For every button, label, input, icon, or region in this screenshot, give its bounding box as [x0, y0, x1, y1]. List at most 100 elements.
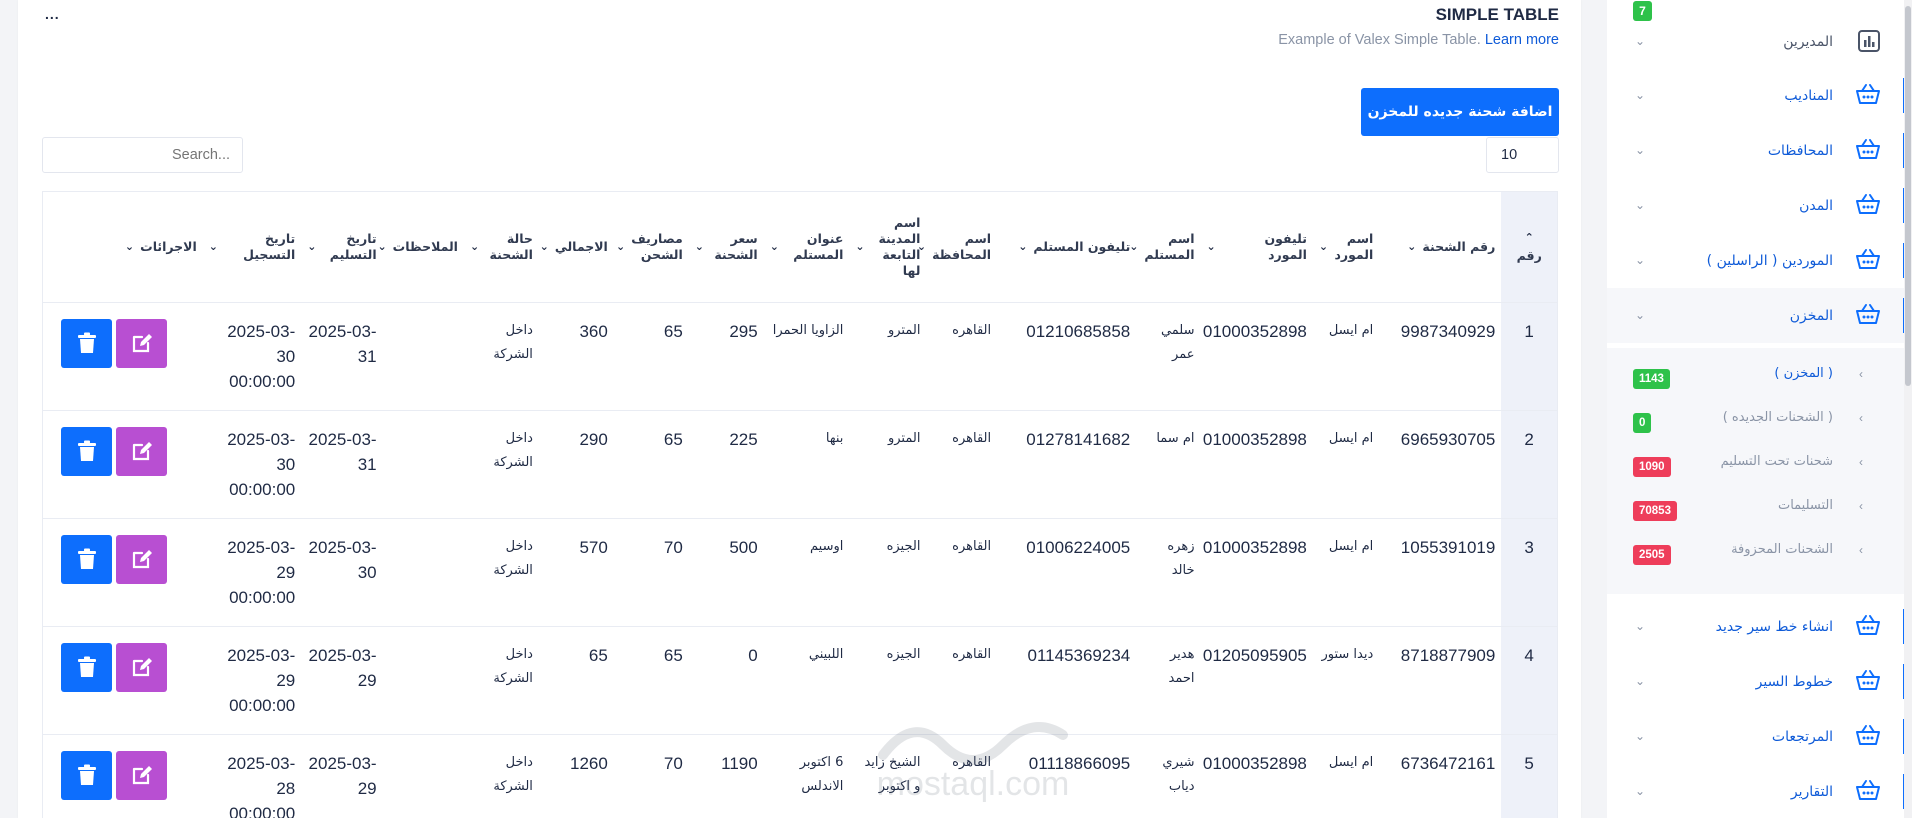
basket-icon [1855, 669, 1881, 696]
cell-rownum: 4 [1501, 625, 1557, 734]
col-header-ship-no[interactable]: رقم الشحنة ⌄ [1379, 192, 1501, 302]
sidebar-item[interactable]: ⌄ خطوط السير [1607, 654, 1907, 709]
chevron-down-icon: ⌄ [1635, 143, 1646, 157]
col-header-total[interactable]: الاجمالي ⌄ [539, 192, 614, 302]
trash-icon [77, 332, 96, 353]
sort-chevron-icon[interactable]: ⌄ [695, 239, 704, 255]
sort-chevron-icon[interactable]: ⌄ [855, 239, 864, 255]
sidebar-item[interactable]: ⌄ المخزن [1607, 288, 1907, 343]
col-header-status[interactable]: حالة الشحنة ⌄ [464, 192, 539, 302]
col-header-governorate[interactable]: اسم المحافظة ⌄ [917, 192, 997, 302]
chevron-down-icon: ⌄ [1635, 88, 1646, 102]
cell-supplier-phone: 01000352898 [1200, 301, 1313, 410]
col-header-delivery-date[interactable]: تاريخ التسليم ⌄ [301, 192, 382, 302]
cell-supplier-phone: 01000352898 [1200, 733, 1313, 818]
sidebar-item[interactable]: ⌄ المحافظات [1607, 123, 1907, 178]
cell-total: 1260 [538, 733, 614, 818]
sidebar-subitem[interactable]: 1090 شحنات تحت التسليم ‹ [1607, 442, 1907, 486]
delete-button[interactable] [61, 318, 112, 368]
cell-status: داخل الشركة [463, 301, 539, 410]
delete-button[interactable] [61, 426, 112, 476]
cell-fees: 70 [613, 517, 689, 626]
sort-chevron-icon[interactable]: ⌄ [1018, 239, 1027, 255]
sidebar-item[interactable]: ⌄ ( الراسلين ) الموردين [1607, 233, 1907, 288]
basket-icon [1855, 193, 1881, 220]
table-row: 5 6736472161 ام ايسل 01000352898 شيري دياب 01… [43, 733, 1557, 818]
chevron-down-icon: ⌄ [1635, 784, 1646, 798]
sidebar-scrollbar[interactable] [1904, 0, 1912, 818]
edit-button[interactable] [116, 534, 167, 584]
chevron-left-icon: ‹ [1859, 499, 1863, 513]
sidebar-item[interactable]: ⌄ المناديب [1607, 68, 1907, 123]
sidebar-item[interactable]: ⌄ التقارير [1607, 764, 1907, 818]
cell-receiver-phone: 01210685858 [997, 301, 1137, 410]
count-badge: 0 [1633, 413, 1652, 433]
sidebar-item-label: المدن [1799, 197, 1833, 214]
sidebar-item[interactable]: ⌄ المرتجعات [1607, 709, 1907, 764]
add-shipment-button[interactable]: اضافة شحنة جديده للمخزن [1361, 88, 1559, 136]
edit-button[interactable] [116, 642, 167, 692]
sort-chevron-icon[interactable]: ⌄ [770, 239, 779, 255]
edit-button[interactable] [116, 318, 167, 368]
search-input[interactable] [42, 137, 243, 173]
col-header-city[interactable]: اسم المدينة التابعة لها ⌄ [849, 192, 926, 302]
scrollbar-thumb[interactable] [1905, 6, 1911, 386]
sidebar-item[interactable]: ⌄ المدن [1607, 178, 1907, 233]
sidebar-subitem[interactable]: 2505 الشحنات المحزوفة ‹ [1607, 530, 1907, 574]
delete-button[interactable] [61, 642, 112, 692]
col-header-address[interactable]: عنوان المستلم ⌄ [764, 192, 850, 302]
cell-city: المترو [849, 409, 927, 518]
sidebar-subitem[interactable]: 0 ( الشحنات الجديده ) ‹ [1607, 398, 1907, 442]
sidebar-item[interactable]: ⌄ المديرين [1607, 14, 1907, 69]
chevron-down-icon: ⌄ [1635, 308, 1646, 322]
col-header-price[interactable]: سعر الشحنة ⌄ [689, 192, 764, 302]
sort-chevron-icon[interactable]: ⌄ [125, 239, 134, 255]
sort-chevron-icon[interactable]: ⌄ [1319, 239, 1328, 255]
card-menu-button[interactable]: ... [45, 6, 60, 22]
table-row: 3 1055391019 ام ايسل 01000352898 زهره خالد 01… [43, 517, 1557, 626]
sort-chevron-icon[interactable]: ⌄ [209, 239, 218, 255]
sort-chevron-icon[interactable]: ⌄ [616, 239, 625, 255]
col-header-fees[interactable]: مصاريف الشحن ⌄ [614, 192, 689, 302]
sidebar-item-label: انشاء خط سير جديد [1715, 618, 1833, 635]
cell-reg-date: 2025-03-29 00:00:00 [202, 625, 302, 734]
col-header-receiver-phone[interactable]: تليفون المستلم ⌄ [997, 192, 1136, 302]
cell-rownum: 3 [1501, 517, 1557, 626]
col-header-notes[interactable]: الملاحظات ⌄ [377, 192, 464, 302]
delete-button[interactable] [61, 750, 112, 800]
col-header-receiver-name[interactable]: اسم المستلم ⌄ [1129, 192, 1200, 302]
col-header-supplier-name[interactable]: اسم المورد ⌄ [1313, 192, 1379, 302]
edit-button[interactable] [116, 426, 167, 476]
sidebar-item[interactable]: ⌄ انشاء خط سير جديد [1607, 599, 1907, 654]
learn-more-link[interactable]: Learn more [1485, 32, 1559, 48]
cell-price: 0 [688, 625, 764, 734]
cell-fees: 65 [613, 301, 689, 410]
sidebar-item-label: المديرين [1783, 33, 1833, 50]
sidebar-subitem[interactable]: 70853 التسليمات ‹ [1607, 486, 1907, 530]
chevron-left-icon: ‹ [1859, 411, 1863, 425]
col-header-rownum[interactable]: ⌃ رقم [1501, 192, 1557, 302]
page-size-select[interactable]: 10 [1486, 137, 1559, 173]
edit-icon [132, 658, 152, 677]
cell-total: 570 [538, 517, 614, 626]
cell-supplier-name: ديدا ستور [1312, 625, 1380, 734]
sort-chevron-icon[interactable]: ⌄ [1207, 239, 1216, 255]
chevron-down-icon: ⌄ [1635, 198, 1646, 212]
sort-chevron-icon[interactable]: ⌄ [307, 239, 316, 255]
sort-chevron-icon[interactable]: ⌄ [540, 239, 549, 255]
col-header-supplier-phone[interactable]: تليفون المورد ⌄ [1201, 192, 1313, 302]
sidebar-subitem[interactable]: 1143 ( المخزن ) ‹ [1607, 354, 1907, 398]
sort-chevron-icon[interactable]: ⌄ [1407, 239, 1416, 255]
chevron-down-icon: ⌄ [1635, 253, 1646, 267]
cell-status: داخل الشركة [463, 409, 539, 518]
col-header-actions[interactable]: الاجرائات ⌄ [43, 192, 203, 302]
delete-button[interactable] [61, 534, 112, 584]
sidebar-subitem-label: ( الشحنات الجديده ) [1722, 410, 1833, 425]
col-header-reg-date[interactable]: تاريخ التسجيل ⌄ [203, 192, 301, 302]
sidebar-item-label: المرتجعات [1771, 728, 1833, 745]
sort-chevron-icon[interactable]: ⌄ [470, 239, 479, 255]
sidebar-item-label: خطوط السير [1755, 673, 1833, 690]
cell-price: 500 [688, 517, 764, 626]
cell-receiver-name: ام سما [1136, 409, 1201, 518]
edit-button[interactable] [116, 750, 167, 800]
